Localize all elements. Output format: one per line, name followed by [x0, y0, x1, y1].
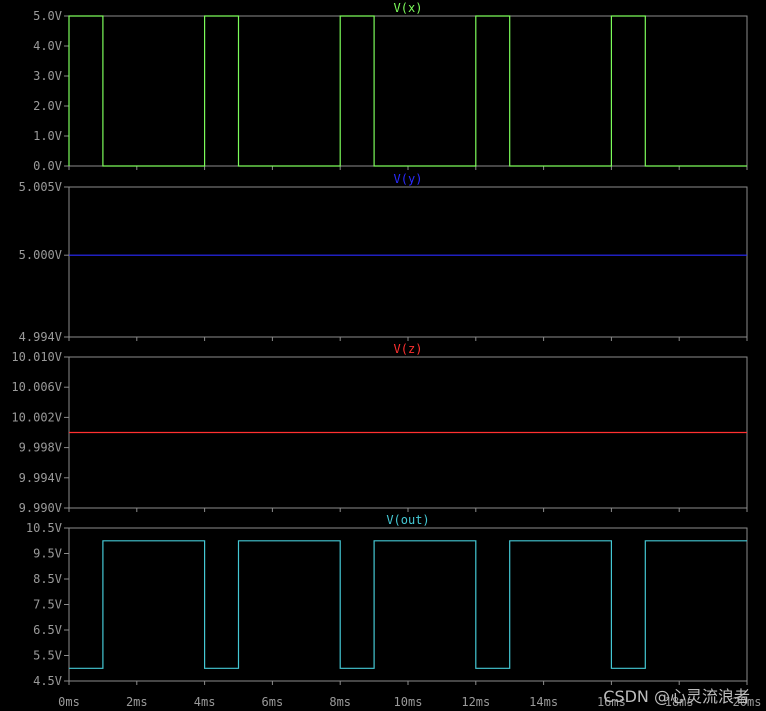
y-tick-label: 2.0V [33, 99, 62, 113]
y-tick-label: 5.000V [19, 248, 62, 262]
trace-title-vz: V(z) [394, 342, 423, 356]
x-tick-label: 12ms [461, 695, 490, 709]
y-tick-label: 1.0V [33, 129, 62, 143]
watermark: CSDN @心灵流浪者 [603, 687, 750, 706]
x-tick-label: 4ms [194, 695, 216, 709]
y-tick-label: 6.5V [33, 623, 62, 637]
y-tick-label: 5.0V [33, 9, 62, 23]
x-tick-label: 14ms [529, 695, 558, 709]
y-tick-label: 9.998V [19, 441, 62, 455]
trace-title-vout: V(out) [386, 513, 429, 527]
x-tick-label: 8ms [329, 695, 351, 709]
y-tick-label: 4.994V [19, 330, 62, 344]
y-tick-label: 4.0V [33, 39, 62, 53]
y-tick-label: 4.5V [33, 674, 62, 688]
trace-vout [69, 540, 747, 669]
trace-vx [68, 15, 747, 167]
x-tick-label: 2ms [126, 695, 148, 709]
y-tick-label: 5.005V [19, 180, 62, 194]
y-tick-label: 9.990V [19, 501, 62, 515]
y-tick-label: 10.002V [11, 410, 62, 424]
trace-title-vy: V(y) [394, 172, 423, 186]
y-tick-label: 10.5V [26, 521, 62, 535]
x-tick-label: 10ms [394, 695, 423, 709]
x-tick-label: 6ms [262, 695, 284, 709]
y-tick-label: 9.5V [33, 547, 62, 561]
y-tick-label: 5.5V [33, 649, 62, 663]
y-tick-label: 10.006V [11, 380, 62, 394]
y-tick-label: 10.010V [11, 350, 62, 364]
x-tick-label: 0ms [58, 695, 80, 709]
waveform-viewer: 0.0V 1.0V 2.0V 3.0V 4.0V 5.0V V(x) 4.994V 5.000V… [11, 1, 761, 709]
y-tick-label: 8.5V [33, 572, 62, 586]
y-tick-label: 0.0V [33, 159, 62, 173]
trace-title-vx: V(x) [394, 1, 423, 15]
plot-frame-vy [68, 186, 748, 338]
y-tick-label: 9.994V [19, 471, 62, 485]
y-tick-label: 7.5V [33, 598, 62, 612]
y-tick-label: 3.0V [33, 69, 62, 83]
